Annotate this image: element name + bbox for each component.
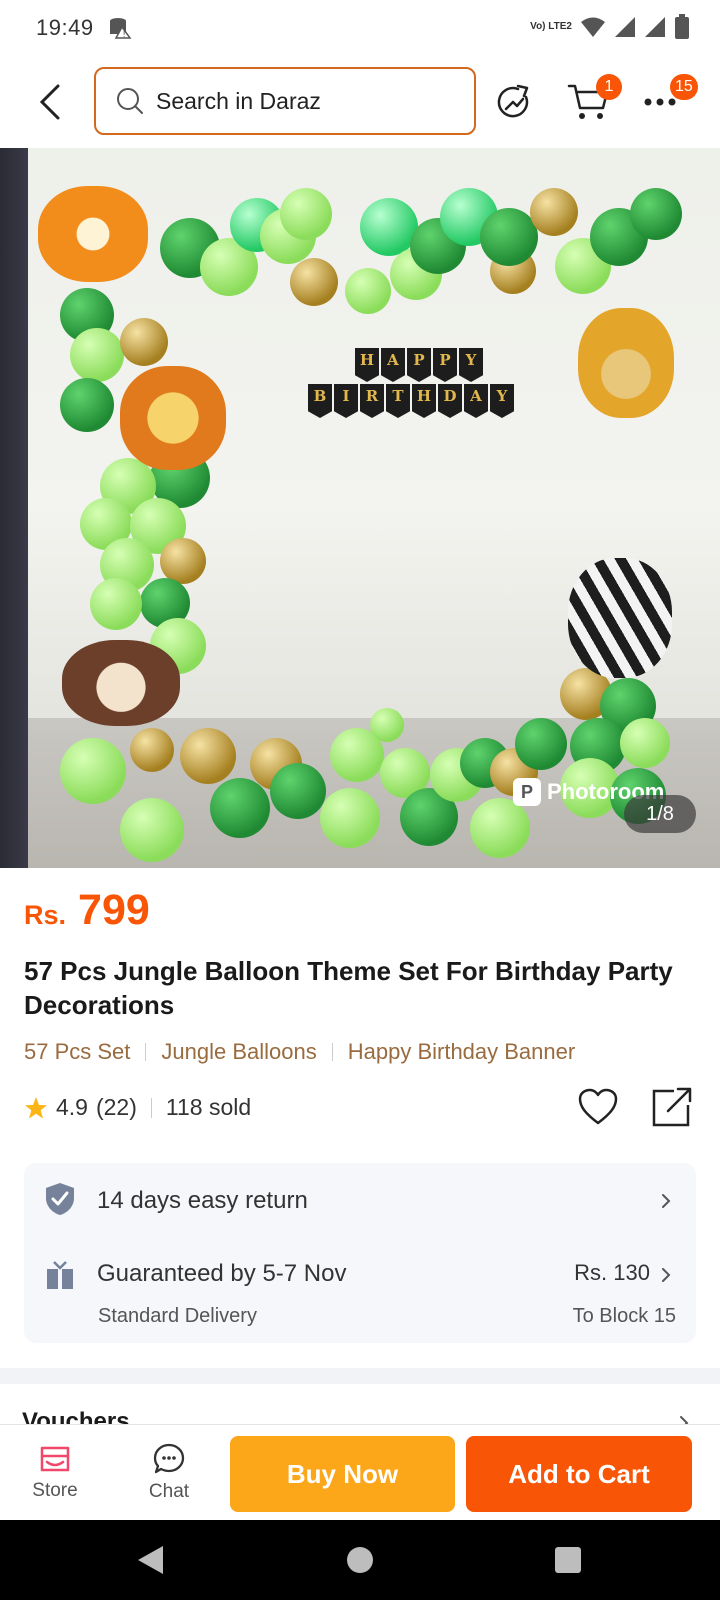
review-count: (22)	[95, 1094, 137, 1120]
back-button[interactable]	[30, 80, 70, 124]
star-icon	[25, 1096, 47, 1118]
zebra-balloon	[568, 558, 672, 678]
happy-birthday-banner: HAPPY BIRTHDAY	[286, 348, 536, 418]
shield-check-icon	[44, 1183, 76, 1215]
service-card: 14 days easy return Guaranteed by 5-7 No…	[24, 1163, 696, 1343]
giraffe-balloon	[578, 308, 674, 418]
tiger-balloon	[38, 186, 148, 282]
wishlist-button[interactable]	[576, 1085, 620, 1129]
store-label: Store	[32, 1480, 78, 1501]
product-tags: 57 Pcs Set Jungle Balloons Happy Birthda…	[24, 1039, 575, 1065]
banner-pennant: H	[412, 384, 436, 418]
banner-pennant: R	[360, 384, 384, 418]
banner-pennant: P	[433, 348, 457, 382]
product-title: 57 Pcs Jungle Balloon Theme Set For Birt…	[24, 956, 673, 1020]
status-bar: 19:49 ! Vo) LTE2	[0, 0, 720, 56]
more-icon	[644, 98, 676, 106]
nav-back-button[interactable]	[132, 1542, 168, 1578]
lion-balloon	[120, 366, 226, 470]
price-currency: Rs.	[24, 900, 67, 930]
tag-separator	[145, 1043, 147, 1061]
status-icons: Vo) LTE2	[530, 14, 690, 40]
gift-box-icon	[44, 1259, 76, 1291]
signal-icon	[615, 17, 635, 37]
banner-pennant: A	[381, 348, 405, 382]
svg-text:!: !	[122, 30, 125, 39]
rating-value: 4.9	[56, 1094, 88, 1120]
image-counter: 1/8	[624, 795, 696, 833]
nav-home-button[interactable]	[342, 1542, 378, 1578]
more-button[interactable]: 15	[636, 74, 698, 126]
search-input[interactable]: Search in Daraz	[94, 67, 476, 135]
rating-separator	[150, 1097, 152, 1118]
wifi-icon	[581, 17, 605, 37]
search-placeholder: Search in Daraz	[156, 87, 321, 114]
battery-icon	[675, 14, 689, 39]
return-policy-row[interactable]: 14 days easy return	[24, 1163, 696, 1239]
delivery-location: To Block 15	[572, 1305, 676, 1327]
photoroom-icon: P	[513, 778, 541, 806]
tag-item[interactable]: 57 Pcs Set	[24, 1039, 130, 1065]
chevron-right-icon	[662, 1194, 671, 1208]
top-bar: Search in Daraz 1 15	[0, 56, 720, 148]
status-time: 19:49	[36, 15, 94, 40]
banner-pennant: H	[355, 348, 379, 382]
cart-badge: 1	[596, 74, 622, 100]
product-image-gallery[interactable]: HAPPY BIRTHDAY P Photoroom 1/8	[0, 148, 720, 868]
tag-item[interactable]: Jungle Balloons	[161, 1039, 316, 1065]
tag-item[interactable]: Happy Birthday Banner	[348, 1039, 575, 1065]
store-icon	[40, 1446, 70, 1472]
storage-warning-icon: !	[108, 16, 134, 40]
chevron-right-icon	[662, 1268, 671, 1282]
delivery-fee: Rs. 130	[574, 1260, 650, 1285]
price-value: 799	[78, 886, 150, 934]
delivery-type: Standard Delivery	[98, 1305, 257, 1327]
triangle-back-icon	[138, 1546, 163, 1574]
search-icon	[116, 87, 144, 115]
sold-count: 118 sold	[165, 1094, 252, 1120]
store-button[interactable]: Store	[10, 1425, 100, 1521]
return-policy-text: 14 days easy return	[97, 1187, 308, 1214]
banner-pennant: D	[438, 384, 462, 418]
rating-row[interactable]: 4.9 (22) 118 sold	[24, 1094, 251, 1121]
lte-indicator: Vo) LTE2	[530, 21, 572, 32]
banner-pennant: A	[464, 384, 488, 418]
monkey-balloon	[62, 640, 180, 726]
share-icon	[652, 1087, 692, 1127]
chat-label: Chat	[148, 1481, 190, 1502]
product-price: Rs. 799	[24, 886, 150, 935]
circle-home-icon	[347, 1547, 373, 1573]
banner-pennant: T	[386, 384, 410, 418]
buy-now-button[interactable]: Buy Now	[230, 1436, 455, 1512]
heart-icon	[578, 1088, 618, 1125]
add-to-cart-button[interactable]: Add to Cart	[466, 1436, 692, 1512]
share-button[interactable]	[650, 1085, 694, 1129]
banner-pennant: B	[308, 384, 332, 418]
section-divider	[0, 1368, 720, 1384]
square-recents-icon	[555, 1547, 581, 1573]
share-refresh-button[interactable]	[489, 78, 537, 126]
back-icon	[39, 84, 60, 120]
banner-pennant: P	[407, 348, 431, 382]
nav-recents-button[interactable]	[550, 1542, 586, 1578]
cart-button[interactable]: 1	[564, 74, 622, 126]
delivery-guarantee: Guaranteed by 5-7 Nov	[97, 1260, 347, 1287]
signal-icon	[645, 17, 665, 37]
banner-pennant: Y	[459, 348, 483, 382]
system-navigation-bar	[0, 1520, 720, 1600]
banner-pennant: Y	[490, 384, 514, 418]
share-refresh-icon	[497, 84, 529, 118]
chat-icon	[153, 1443, 185, 1474]
banner-pennant: I	[334, 384, 358, 418]
bottom-action-bar: Store Chat Buy Now Add to Cart	[0, 1424, 720, 1520]
tag-separator	[331, 1043, 333, 1061]
chat-button[interactable]: Chat	[124, 1425, 214, 1521]
more-badge: 15	[670, 74, 698, 100]
